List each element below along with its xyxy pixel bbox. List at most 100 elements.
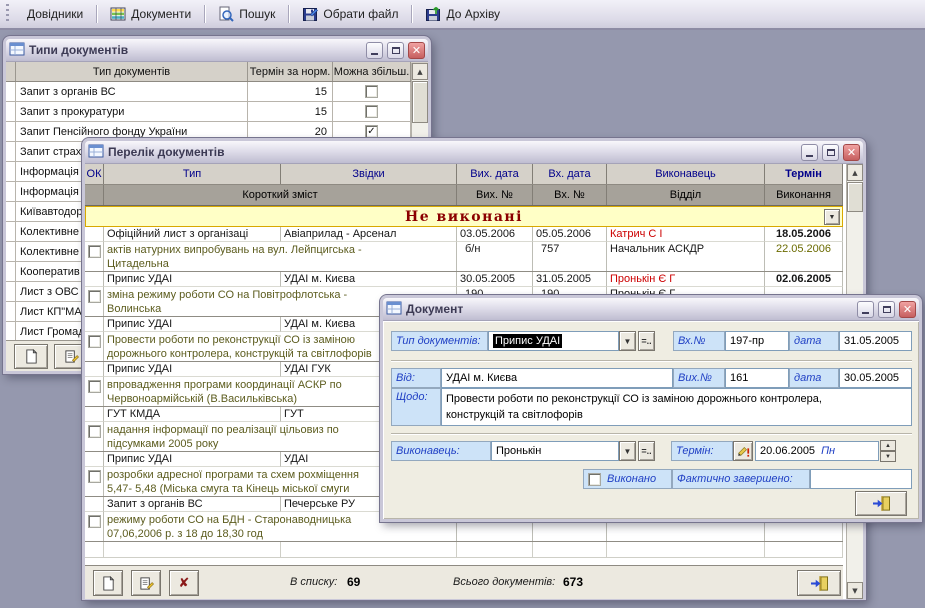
- column-header-ok[interactable]: ОК: [85, 164, 104, 184]
- ok-checkbox-cell: [85, 512, 104, 541]
- new-record-button[interactable]: [14, 344, 48, 369]
- table-row[interactable]: Запит з прокуратури 15: [6, 102, 428, 122]
- spin-up-button[interactable]: ▲: [880, 440, 896, 451]
- list-window-titlebar[interactable]: Перелік документів ✕: [85, 141, 863, 164]
- table-row[interactable]: Запит з органів ВС 15: [6, 82, 428, 102]
- row-selector: [6, 122, 16, 142]
- toolbar-button-do-arkhivu[interactable]: До Архіву: [417, 3, 508, 25]
- executor-cell: Катрич С І: [607, 227, 765, 242]
- close-button[interactable]: ✕: [899, 301, 916, 318]
- filter-dropdown[interactable]: Не виконані ▼: [85, 206, 843, 227]
- scroll-up-button[interactable]: ▲: [847, 164, 863, 181]
- minimize-button[interactable]: [801, 144, 818, 161]
- edit-document-button[interactable]: [131, 570, 161, 596]
- document-window-titlebar[interactable]: Документ ✕: [383, 298, 919, 321]
- list-header-row-1: ОК Тип Звідки Вих. дата Вх. дата Виконав…: [85, 164, 843, 184]
- toolbar-button-dokumenty[interactable]: Документи: [102, 3, 199, 25]
- row-selector: [6, 142, 16, 162]
- in-list-label: В списку:: [290, 576, 337, 588]
- column-header-summary[interactable]: Короткий зміст: [104, 185, 457, 205]
- out-no-label: Вих.№: [673, 368, 725, 388]
- scroll-thumb[interactable]: [847, 182, 863, 212]
- column-header-term[interactable]: Термін: [765, 164, 843, 184]
- term-weekday: Пн: [821, 445, 835, 457]
- empty-row: [85, 542, 843, 558]
- in-no-value[interactable]: 197-пр: [725, 331, 789, 351]
- maximize-button[interactable]: [387, 42, 404, 59]
- checkbox[interactable]: [365, 85, 378, 98]
- doc-type-more-button[interactable]: =..: [638, 331, 655, 351]
- checkbox[interactable]: [88, 380, 101, 393]
- column-header-out-no[interactable]: Вих. №: [457, 185, 533, 205]
- out-date-cell: 30.05.2005: [457, 272, 533, 287]
- column-header-executor[interactable]: Виконавець: [607, 164, 765, 184]
- column-header-term[interactable]: Термін за норм.: [248, 62, 333, 81]
- done-checkbox-group[interactable]: Виконано: [583, 469, 672, 489]
- exit-button[interactable]: [855, 491, 907, 516]
- term-value[interactable]: 20.06.2005 Пн: [755, 441, 879, 461]
- close-button[interactable]: ✕: [408, 42, 425, 59]
- form-icon: [386, 301, 402, 317]
- can-increase-cell: [333, 102, 411, 122]
- checkbox[interactable]: [88, 335, 101, 348]
- maximize-button[interactable]: [822, 144, 839, 161]
- new-document-button[interactable]: [93, 570, 123, 596]
- toolbar-grip[interactable]: [6, 4, 9, 24]
- document-window: Документ ✕ Тип документів: Припис УДАІ ▼…: [380, 295, 922, 522]
- from-value[interactable]: УДАІ м. Києва: [441, 368, 673, 388]
- term-spinner: ▲ ▼: [880, 440, 896, 462]
- column-header-can-increase[interactable]: Можна збільш.: [333, 62, 411, 81]
- type-cell: Запит з органів ВС: [104, 497, 281, 512]
- column-header-from[interactable]: Звідки: [281, 164, 457, 184]
- maximize-button[interactable]: [878, 301, 895, 318]
- out-date-value[interactable]: 30.05.2005: [839, 368, 912, 388]
- toolbar-button-poshuk[interactable]: Пошук: [210, 3, 283, 25]
- exit-button[interactable]: [797, 570, 841, 596]
- spin-down-button[interactable]: ▼: [880, 451, 896, 462]
- column-header-out-date[interactable]: Вих. дата: [457, 164, 533, 184]
- column-header-in-no[interactable]: Вх. №: [533, 185, 607, 205]
- checkbox[interactable]: [88, 245, 101, 258]
- column-header-type[interactable]: Тип: [104, 164, 281, 184]
- row-selector: [6, 82, 16, 102]
- checkbox[interactable]: ✓: [365, 125, 378, 138]
- close-button[interactable]: ✕: [843, 144, 860, 161]
- checkbox[interactable]: [88, 425, 101, 438]
- done-checkbox[interactable]: [588, 473, 601, 486]
- column-header-in-date[interactable]: Вх. дата: [533, 164, 607, 184]
- checkbox[interactable]: [88, 470, 101, 483]
- minimize-button[interactable]: [857, 301, 874, 318]
- column-header-type[interactable]: Тип документів: [16, 62, 248, 81]
- doc-type-combo[interactable]: Припис УДАІ: [488, 331, 619, 351]
- out-no-value[interactable]: 161: [725, 368, 789, 388]
- done-label: Виконано: [607, 473, 656, 485]
- executor-dropdown-button[interactable]: ▼: [619, 441, 636, 461]
- term-edit-button[interactable]: [733, 441, 753, 461]
- scroll-thumb[interactable]: [412, 81, 428, 123]
- column-header-done[interactable]: Виконання: [765, 185, 843, 205]
- scroll-down-button[interactable]: ▼: [847, 582, 863, 599]
- ok-cell: [85, 497, 104, 512]
- toolbar-button-obraty-fail[interactable]: Обрати файл: [294, 3, 406, 25]
- can-increase-cell: [333, 82, 411, 102]
- row-selector: [6, 302, 16, 322]
- types-window-titlebar[interactable]: Типи документів ✕: [6, 39, 428, 62]
- delete-document-button[interactable]: ✘: [169, 570, 199, 596]
- finished-value[interactable]: [810, 469, 912, 489]
- checkbox[interactable]: [88, 515, 101, 528]
- toolbar-button-dovidnyky[interactable]: Довідники: [19, 4, 91, 24]
- executor-more-button[interactable]: =..: [638, 441, 655, 461]
- in-date-value[interactable]: 31.05.2005: [839, 331, 912, 351]
- term-label: Термін:: [671, 441, 733, 461]
- documents-grid-icon: [110, 6, 126, 22]
- doc-type-dropdown-button[interactable]: ▼: [619, 331, 636, 351]
- checkbox[interactable]: [365, 105, 378, 118]
- scroll-up-button[interactable]: ▲: [412, 63, 428, 80]
- column-header-dept[interactable]: Відділ: [607, 185, 765, 205]
- filter-dropdown-button[interactable]: ▼: [824, 209, 840, 225]
- minimize-button[interactable]: [366, 42, 383, 59]
- executor-combo[interactable]: Пронькін: [491, 441, 619, 461]
- document-record-row[interactable]: Офіційний лист з організаці Авіаприлад -…: [85, 227, 843, 272]
- subject-value[interactable]: Провести роботи по реконструкції СО із з…: [441, 388, 912, 426]
- checkbox[interactable]: [88, 290, 101, 303]
